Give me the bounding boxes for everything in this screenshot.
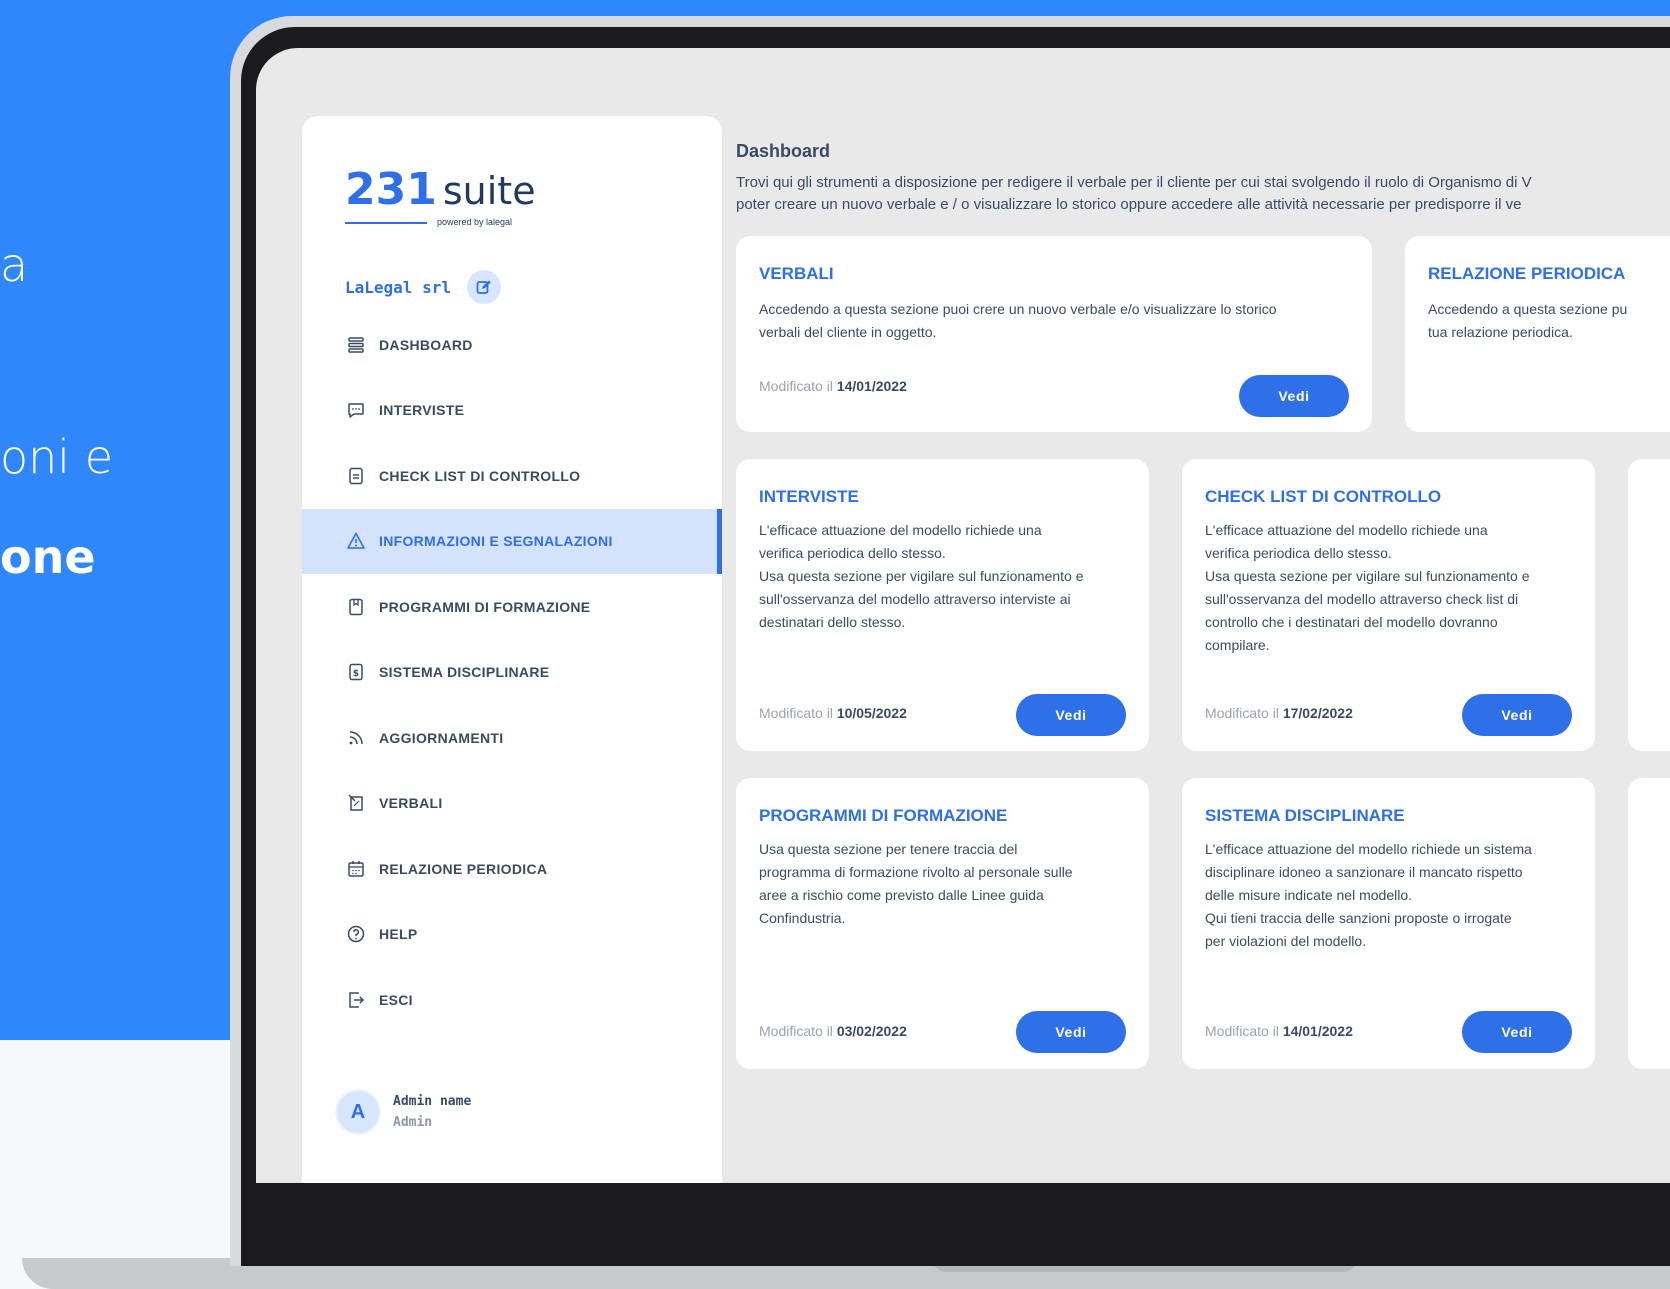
sidebar-item-programmi[interactable]: PROGRAMMI DI FORMAZIONE	[302, 574, 722, 640]
card-relazione-periodica: RELAZIONE PERIODICA Accedendo a questa s…	[1405, 236, 1670, 432]
vedi-button[interactable]: Vedi	[1016, 1011, 1126, 1053]
sidebar-item-esci[interactable]: ESCI	[302, 967, 722, 1033]
user-profile[interactable]: A Admin name Admin	[335, 1089, 471, 1135]
modified-date: 14/01/2022	[836, 378, 907, 394]
sidebar-item-informazioni[interactable]: INFORMAZIONI E SEGNALAZIONI	[302, 508, 722, 574]
avatar: A	[335, 1089, 381, 1135]
company-selector: LaLegal srl	[345, 270, 501, 304]
company-name: LaLegal srl	[345, 277, 451, 297]
card-interviste: INTERVISTE L'efficace attuazione del mod…	[736, 459, 1149, 751]
logo-number: 231	[345, 164, 437, 215]
sidebar-item-label: INFORMAZIONI E SEGNALAZIONI	[379, 533, 613, 550]
vedi-button[interactable]: Vedi	[1462, 694, 1572, 736]
sidebar-item-help[interactable]: HELP	[302, 902, 722, 968]
user-role: Admin	[393, 1115, 433, 1130]
sidebar-item-label: AGGIORNAMENTI	[379, 729, 504, 746]
edit-company-button[interactable]	[466, 270, 501, 304]
card-description: L'efficace attuazione del modello richie…	[759, 522, 1084, 630]
page-description: Trovi qui gli strumenti a disposizione p…	[736, 174, 1532, 213]
card-description: L'efficace attuazione del modello richie…	[1205, 841, 1532, 949]
modified-date: 03/02/2022	[836, 1023, 907, 1039]
card-title: VERBALI	[759, 264, 834, 283]
card-modified: Modificato il 14/01/2022	[1205, 1023, 1353, 1039]
sidebar-item-dashboard[interactable]: DASHBOARD	[302, 312, 722, 378]
card-modified: Modificato il 17/02/2022	[1205, 705, 1353, 721]
sidebar-item-interviste[interactable]: INTERVISTE	[302, 378, 722, 444]
modified-label: Modificato il	[759, 378, 833, 394]
vedi-button[interactable]: Vedi	[1239, 375, 1349, 417]
modified-date: 17/02/2022	[1282, 705, 1353, 721]
page-title: Dashboard	[736, 141, 831, 161]
promo-text-line-3: one	[0, 530, 96, 584]
document-icon	[345, 465, 367, 487]
vedi-button[interactable]: Vedi	[1016, 694, 1126, 736]
card-partial-right-2	[1628, 778, 1670, 1069]
sidebar-item-label: INTERVISTE	[379, 402, 465, 419]
modified-label: Modificato il	[1205, 1023, 1279, 1039]
sidebar-item-sistema-disciplinare[interactable]: $ SISTEMA DISCIPLINARE	[302, 640, 722, 706]
card-title: RELAZIONE PERIODICA	[1428, 264, 1626, 283]
sidebar-item-label: HELP	[379, 926, 418, 943]
card-description: Usa questa sezione per tenere traccia de…	[759, 841, 1073, 926]
sidebar-menu: DASHBOARD INTERVISTE CHECK LIST DI CONTR…	[302, 312, 722, 1033]
card-title: SISTEMA DISCIPLINARE	[1205, 806, 1405, 825]
list-icon	[345, 334, 367, 356]
rss-icon	[345, 727, 367, 749]
modified-date: 14/01/2022	[1282, 1023, 1353, 1039]
sidebar: 231suite powered by lalegal LaLegal srl	[302, 116, 722, 1183]
dollar-document-icon: $	[345, 661, 367, 683]
card-modified: Modificato il 14/01/2022	[759, 378, 907, 394]
edit-icon	[476, 280, 491, 294]
sidebar-item-label: RELAZIONE PERIODICA	[379, 860, 548, 877]
sidebar-item-label: ESCI	[379, 991, 413, 1008]
promo-text-line-1: a	[0, 238, 29, 292]
laptop-bezel: 231suite powered by lalegal LaLegal srl	[241, 27, 1670, 1266]
sidebar-item-label: SISTEMA DISCIPLINARE	[379, 664, 550, 681]
card-programmi-formazione: PROGRAMMI DI FORMAZIONE Usa questa sezio…	[736, 778, 1149, 1069]
note-icon	[345, 792, 367, 814]
sidebar-item-aggiornamenti[interactable]: AGGIORNAMENTI	[302, 705, 722, 771]
card-check-list: CHECK LIST DI CONTROLLO L'efficace attua…	[1182, 459, 1595, 751]
card-title: PROGRAMMI DI FORMAZIONE	[759, 806, 1008, 825]
modified-label: Modificato il	[759, 705, 833, 721]
card-title: CHECK LIST DI CONTROLLO	[1205, 487, 1442, 506]
card-modified: Modificato il 03/02/2022	[759, 1023, 907, 1039]
user-name: Admin name	[393, 1094, 472, 1109]
modified-label: Modificato il	[1205, 705, 1279, 721]
card-description: L'efficace attuazione del modello richie…	[1205, 522, 1530, 653]
sidebar-item-label: DASHBOARD	[379, 336, 473, 353]
logo-underline	[345, 222, 427, 224]
app-screen: 231suite powered by lalegal LaLegal srl	[256, 48, 1670, 1183]
user-info: Admin name Admin	[393, 1094, 471, 1130]
modified-date: 10/05/2022	[836, 705, 907, 721]
card-title: INTERVISTE	[759, 487, 859, 506]
calendar-icon	[345, 858, 367, 880]
svg-text:$: $	[353, 669, 360, 679]
modified-label: Modificato il	[759, 1023, 833, 1039]
card-description: Accedendo a questa sezione puoi crere un…	[759, 301, 1277, 340]
chat-icon	[345, 399, 367, 421]
card-sistema-disciplinare: SISTEMA DISCIPLINARE L'efficace attuazio…	[1182, 778, 1595, 1069]
app-logo[interactable]: 231 suite powered by lalegal	[345, 164, 536, 227]
sidebar-item-label: PROGRAMMI DI FORMAZIONE	[379, 598, 591, 615]
card-verbali: VERBALI Accedendo a questa sezione puoi …	[736, 236, 1372, 432]
card-partial-right-1	[1628, 459, 1670, 751]
sidebar-item-verbali[interactable]: VERBALI	[302, 771, 722, 837]
promo-text-line-2: oni e	[0, 430, 114, 484]
logo-subtitle: powered by lalegal	[437, 217, 513, 227]
sidebar-item-relazione-periodica[interactable]: RELAZIONE PERIODICA	[302, 836, 722, 902]
logout-icon	[345, 989, 367, 1011]
help-icon	[345, 923, 367, 945]
warning-icon	[345, 530, 367, 552]
sidebar-item-label: CHECK LIST DI CONTROLLO	[379, 467, 581, 484]
sidebar-item-check-list[interactable]: CHECK LIST DI CONTROLLO	[302, 443, 722, 509]
vedi-button[interactable]: Vedi	[1462, 1011, 1572, 1053]
laptop-frame: 231suite powered by lalegal LaLegal srl	[230, 16, 1670, 1266]
sidebar-item-label: VERBALI	[379, 795, 443, 812]
card-modified: Modificato il 10/05/2022	[759, 705, 907, 721]
logo-word: suite	[442, 169, 536, 213]
bookmark-icon	[345, 596, 367, 618]
card-description: Accedendo a questa sezione pu tua relazi…	[1428, 301, 1628, 340]
